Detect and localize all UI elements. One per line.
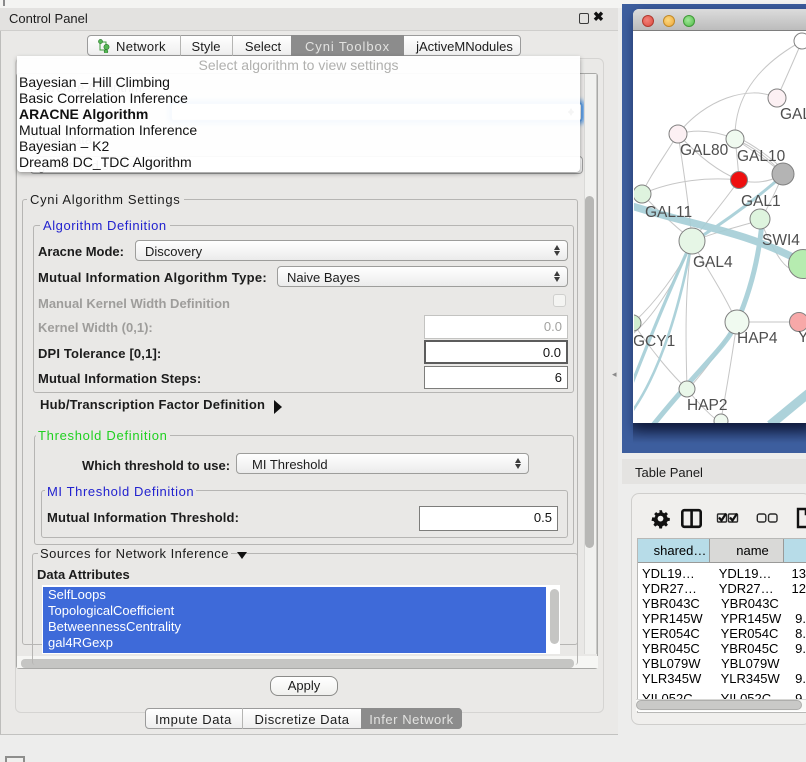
svg-text:GAL10: GAL10 (737, 148, 786, 165)
svg-text:HAP2: HAP2 (687, 397, 728, 414)
svg-text:GAL1: GAL1 (741, 193, 781, 210)
svg-text:Y: Y (798, 329, 806, 346)
svg-text:SWI4: SWI4 (762, 232, 800, 249)
svg-text:GCY1: GCY1 (634, 333, 675, 350)
svg-text:GAL80: GAL80 (680, 142, 729, 159)
svg-text:GAL: GAL (780, 106, 806, 123)
svg-text:GAL11: GAL11 (645, 204, 692, 221)
svg-text:GAL4: GAL4 (693, 254, 733, 271)
svg-text:HAP4: HAP4 (737, 330, 778, 347)
